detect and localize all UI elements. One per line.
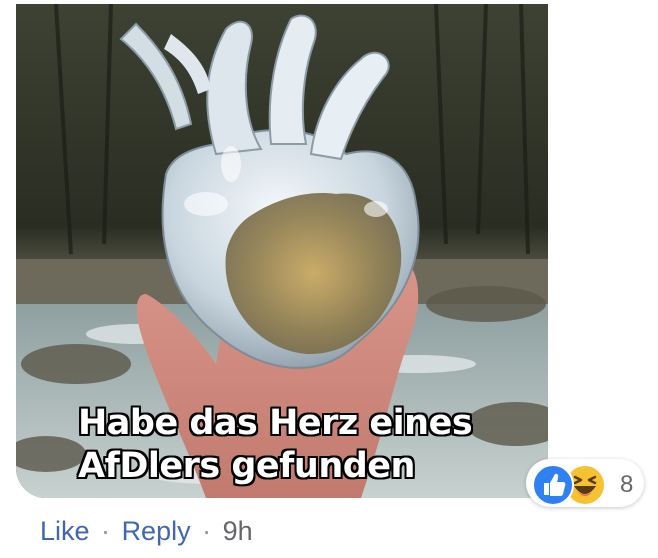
reaction-count: 8 [620,471,634,498]
comment-actions: Like · Reply · 9h [40,516,253,547]
meme-caption: Habe das Herz eines AfDlers gefunden [78,402,548,488]
comment-photo[interactable]: Habe das Herz eines AfDlers gefunden [16,4,548,498]
like-link[interactable]: Like [40,516,90,546]
separator: · [101,516,111,546]
reaction-summary[interactable]: 8 [526,459,644,507]
comment-timestamp[interactable]: 9h [223,516,253,546]
meme-caption-line-2: AfDlers gefunden [78,446,415,486]
separator: · [202,516,212,546]
meme-caption-line-1: Habe das Herz eines [78,403,473,443]
like-icon [532,464,574,506]
reply-link[interactable]: Reply [122,516,191,546]
